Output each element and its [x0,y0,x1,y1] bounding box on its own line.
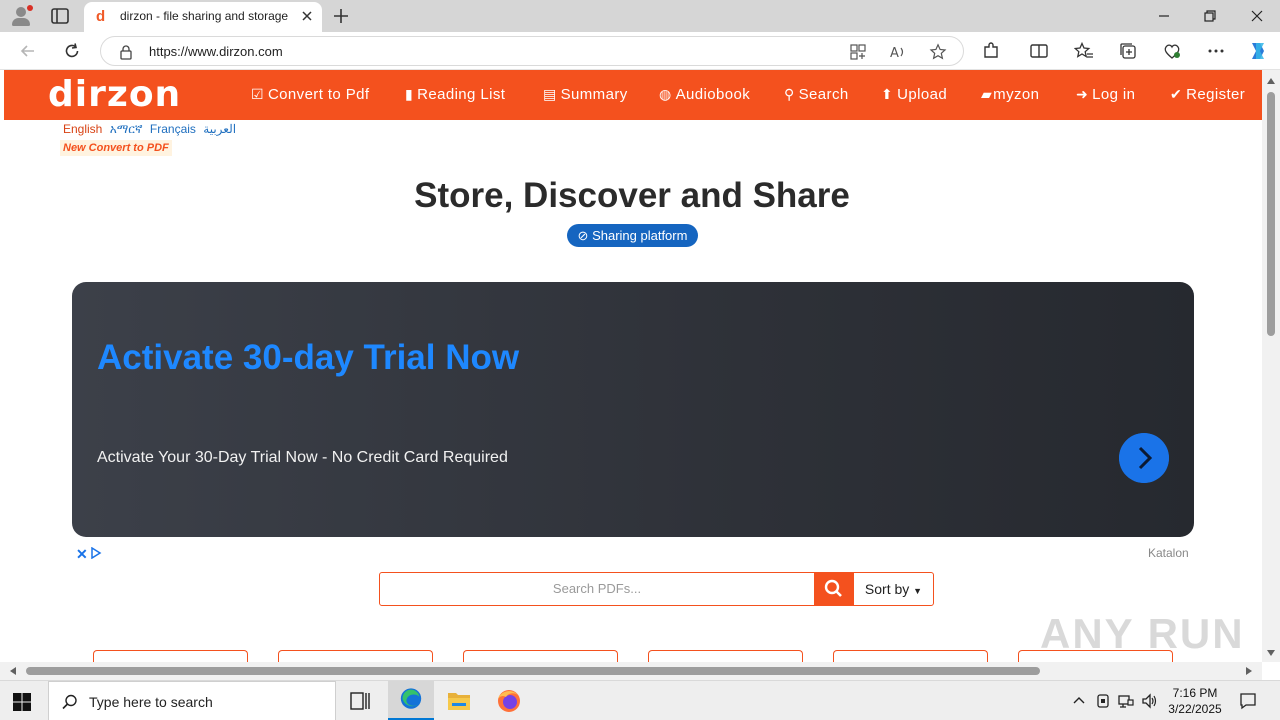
close-window-icon[interactable] [1249,8,1265,24]
screen: d dirzon - file sharing and storage http… [0,0,1280,720]
taskbar-search-placeholder: Type here to search [89,694,213,710]
nav-register[interactable]: ✔ Register [1170,86,1245,103]
address-bar[interactable]: https://www.dirzon.com A [100,36,964,66]
search-button[interactable] [814,572,854,606]
nav-search[interactable]: ⚲ Search [784,86,849,103]
anyrun-watermark: ANY RUN [1040,610,1245,657]
bar-chart-icon: ▮ [405,86,414,102]
tag-icon: ⊘ [577,228,589,243]
sort-by-dropdown[interactable]: Sort by ▼ [853,572,934,606]
scroll-up-icon[interactable] [1267,78,1275,84]
restore-icon[interactable] [1202,8,1218,24]
volume-icon[interactable] [1141,692,1159,710]
notifications-icon[interactable] [1238,691,1258,711]
caret-down-icon: ▼ [913,586,923,596]
horizontal-scrollbar[interactable] [0,662,1262,680]
nav-upload[interactable]: ⬆ Upload [881,86,947,103]
svg-text:A: A [890,46,899,61]
ad-close-icon[interactable]: ✕ [76,546,88,563]
vertical-scrollbar[interactable] [1262,70,1280,662]
tray-device-icon[interactable] [1094,692,1112,710]
clock-time: 7:16 PM [1172,686,1218,700]
dirzon-logo[interactable]: dirzon [48,74,181,115]
file-explorer-icon[interactable] [436,681,482,720]
ad-title[interactable]: Activate 30-day Trial Now [97,338,519,378]
lock-icon[interactable] [119,44,133,60]
login-icon: ➜ [1076,86,1089,102]
browser-essentials-icon[interactable] [1162,41,1182,61]
lang-french[interactable]: Français [150,122,196,136]
more-options-icon[interactable] [1206,41,1226,61]
extensions-icon[interactable] [981,41,1001,61]
favorite-star-icon[interactable] [929,43,947,61]
ad-brand-label[interactable]: Katalon [1148,546,1189,560]
list-icon: ▤ [543,86,557,102]
app-available-icon[interactable] [849,43,867,61]
minimize-icon[interactable] [1156,8,1172,24]
scroll-right-icon[interactable] [1246,667,1252,675]
lang-arabic[interactable]: العربية [203,122,236,136]
nav-reading-list[interactable]: ▮ Reading List [405,86,505,103]
vertical-scroll-thumb[interactable] [1267,92,1275,336]
back-icon[interactable] [18,41,38,61]
browser-tab-active[interactable]: d dirzon - file sharing and storage [84,2,322,32]
windows-start-icon[interactable] [12,692,32,712]
firefox-icon[interactable] [486,681,532,720]
profile-icon[interactable] [10,5,33,27]
horizontal-scroll-thumb[interactable] [26,667,1040,675]
nav-log-in[interactable]: ➜ Log in [1076,86,1135,103]
search-pdfs-input[interactable]: Search PDFs... [379,572,815,606]
browser-toolbar: https://www.dirzon.com A [0,32,1280,70]
sharing-platform-badge: ⊘ Sharing platform [567,224,698,247]
refresh-icon[interactable] [62,41,82,61]
taskbar-clock[interactable]: 7:16 PM 3/22/2025 [1162,685,1228,717]
lang-amharic[interactable]: አማርኛ [110,122,143,136]
page-viewport: dirzon ☑ Convert to Pdf ▮ Reading List ▤ Su… [0,70,1280,680]
network-icon[interactable] [1117,692,1135,710]
new-tab-icon[interactable] [332,7,350,25]
tab-actions-icon[interactable] [50,6,70,26]
browser-tabstrip: d dirzon - file sharing and storage [0,0,1280,32]
ad-arrow-button[interactable] [1119,433,1169,483]
task-view-icon[interactable] [337,681,383,720]
clock-date: 3/22/2025 [1168,702,1222,716]
new-convert-link[interactable]: New Convert to PDF [60,140,172,156]
edge-taskbar-icon[interactable] [388,681,434,720]
nav-audiobook[interactable]: ◍ Audiobook [659,86,750,103]
search-icon [62,694,77,710]
page-title: Store, Discover and Share [414,176,850,215]
nav-myzon[interactable]: ▰myzon [981,86,1039,103]
globe-icon: ◍ [659,86,672,102]
collections-icon[interactable] [1118,41,1138,61]
read-aloud-icon[interactable]: A [889,43,907,61]
copilot-icon[interactable] [1246,39,1270,63]
favorites-icon[interactable] [1074,41,1094,61]
folder-icon: ▰ [981,86,993,102]
dirzon-favicon-icon: d [96,8,106,25]
tab-title: dirzon - file sharing and storage [120,9,289,23]
windows-taskbar: Type here to search 7:16 PM 3/22/2025 [0,680,1280,720]
split-screen-icon[interactable] [1029,41,1049,61]
upload-icon: ⬆ [881,86,894,102]
nav-summary[interactable]: ▤ Summary [543,86,628,103]
check-square-icon: ☑ [251,86,264,102]
close-tab-icon[interactable] [300,9,314,23]
tray-overflow-icon[interactable] [1070,692,1088,710]
ad-banner[interactable]: Activate 30-day Trial Now Activate Your … [72,282,1194,537]
nav-convert-to-pdf[interactable]: ☑ Convert to Pdf [251,86,369,103]
taskbar-search-box[interactable]: Type here to search [48,681,336,720]
ad-choices-icon[interactable] [90,547,102,559]
search-icon: ⚲ [784,86,795,102]
ad-subtitle: Activate Your 30-Day Trial Now - No Cred… [97,449,508,466]
scroll-left-icon[interactable] [10,667,16,675]
scroll-down-icon[interactable] [1267,650,1275,656]
language-switcher: English አማርኛ Français العربية [63,122,240,137]
url-text: https://www.dirzon.com [149,44,283,59]
site-navbar: dirzon ☑ Convert to Pdf ▮ Reading List ▤ Su… [4,70,1262,120]
lang-english[interactable]: English [63,122,102,136]
check-circle-icon: ✔ [1170,86,1183,102]
